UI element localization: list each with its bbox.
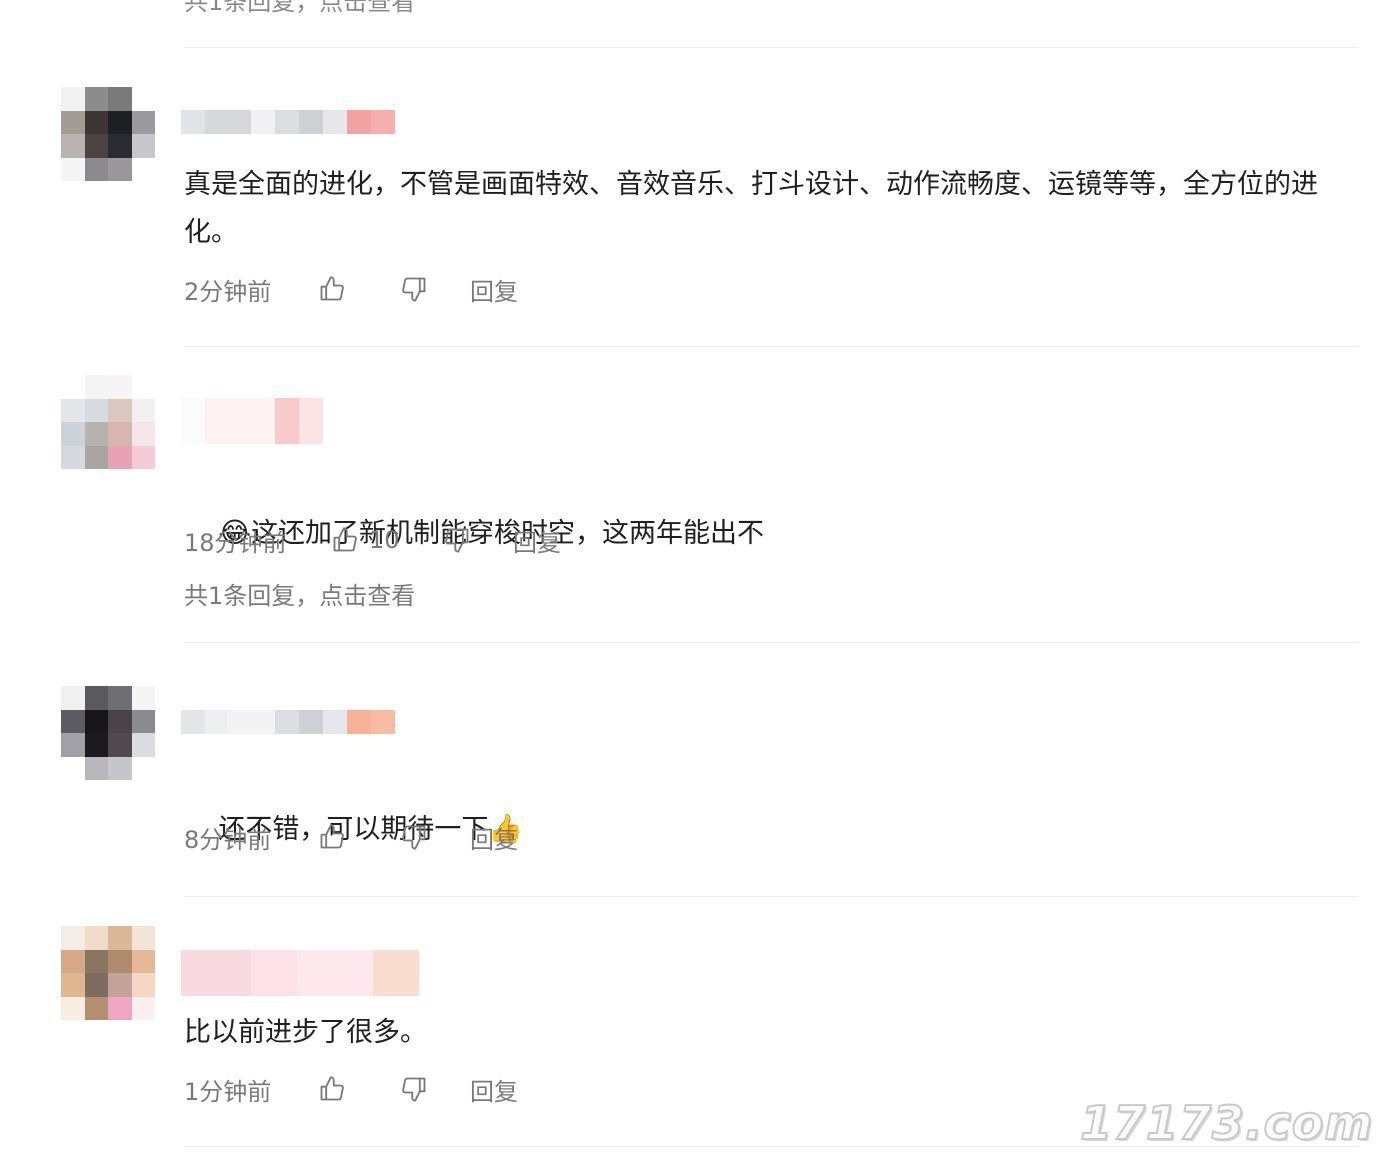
reply-button[interactable]: 回复 [470,1072,518,1107]
thumbs-up-icon [331,526,359,554]
thumbs-down-icon [400,1075,428,1103]
avatar[interactable] [61,686,155,780]
watermark-logo: 17173.com [1079,1095,1374,1151]
thumbs-up-icon [318,1075,346,1103]
like-button[interactable] [318,1075,400,1103]
avatar[interactable] [61,375,155,469]
divider [184,346,1358,347]
like-button[interactable] [318,823,400,851]
thumbs-up-icon [318,275,346,303]
comment-time: 1分钟前 [184,1077,272,1106]
divider [184,896,1358,897]
comment-actions: 8分钟前 回复 [184,820,518,854]
comment-actions: 1分钟前 回复 [184,1072,518,1106]
thumbs-down-icon [400,823,428,851]
comment-actions: 18分钟前 10 回复 [184,523,561,557]
comment-content: 真是全面的进化，不管是画面特效、音效音乐、打斗设计、动作流畅度、运镜等等，全方位… [184,169,1318,248]
reply-button[interactable]: 回复 [470,820,518,855]
avatar[interactable] [61,87,155,181]
comment-actions: 2分钟前 回复 [184,272,518,306]
dislike-button[interactable] [400,1075,470,1103]
like-button[interactable] [318,275,400,303]
reply-button[interactable]: 回复 [470,272,518,307]
divider [184,642,1358,643]
avatar[interactable] [61,926,155,1020]
nickname-blurred[interactable] [181,110,395,134]
thumbs-down-icon [443,526,471,554]
like-button[interactable]: 10 [331,526,443,554]
dislike-button[interactable] [400,275,470,303]
comment-content: 比以前进步了很多。 [184,1017,427,1048]
reply-button[interactable]: 回复 [513,523,561,558]
view-replies-link[interactable]: 共1条回复，点击查看 [184,576,415,611]
comment-time: 8分钟前 [184,825,272,854]
like-count: 10 [369,526,400,554]
replies-link-previous[interactable]: 共1条回复，点击查看 [184,0,415,17]
dislike-button[interactable] [443,526,513,554]
comment-time: 2分钟前 [184,277,272,306]
nickname-blurred[interactable] [181,398,323,444]
comment-time: 18分钟前 [184,528,287,557]
divider [184,47,1358,48]
nickname-blurred[interactable] [181,950,419,996]
thumbs-up-icon [318,823,346,851]
nickname-blurred[interactable] [181,710,395,734]
dislike-button[interactable] [400,823,470,851]
thumbs-down-icon [400,275,428,303]
